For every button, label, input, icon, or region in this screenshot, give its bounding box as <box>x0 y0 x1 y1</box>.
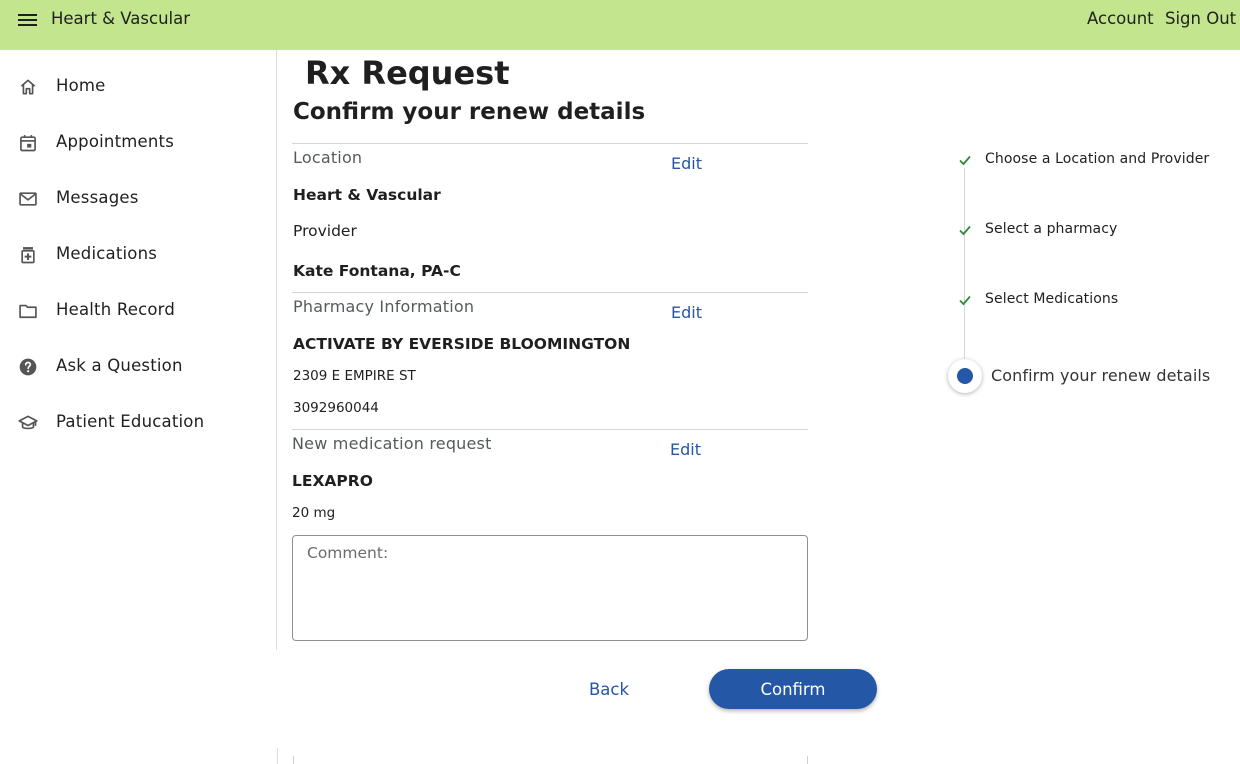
account-link[interactable]: Account <box>1087 9 1154 28</box>
medication-label: New medication request <box>292 434 492 453</box>
sidebar-item-label: Health Record <box>56 300 176 319</box>
sidebar-border <box>277 748 278 764</box>
edit-medication-link[interactable]: Edit <box>670 440 701 459</box>
sidebar-item-health-record[interactable]: Health Record <box>0 291 276 331</box>
sidebar-item-messages[interactable]: Messages <box>0 179 276 219</box>
edit-pharmacy-link[interactable]: Edit <box>671 303 702 322</box>
sidebar-item-label: Patient Education <box>56 412 205 431</box>
pharmacy-phone: 3092960044 <box>293 400 379 416</box>
step-medications: Select Medications <box>985 291 1119 307</box>
sidebar-item-ask-question[interactable]: Ask a Question <box>0 347 276 387</box>
sidebar-item-label: Messages <box>56 188 139 207</box>
confirm-button[interactable]: Confirm <box>709 669 877 709</box>
page-subtitle: Confirm your renew details <box>293 99 646 125</box>
stepper-line <box>964 168 965 364</box>
sidebar-item-label: Ask a Question <box>56 356 183 375</box>
school-icon <box>18 415 38 430</box>
divider <box>807 756 808 764</box>
medication-dose: 20 mg <box>292 505 336 521</box>
step-pharmacy: Select a pharmacy <box>985 221 1118 237</box>
current-step-dot <box>957 368 973 384</box>
help-icon <box>19 358 37 376</box>
provider-value: Kate Fontana, PA-C <box>293 262 461 280</box>
sidebar-item-home[interactable]: Home <box>0 67 276 107</box>
sidebar-item-patient-education[interactable]: Patient Education <box>0 403 276 443</box>
sidebar-item-label: Medications <box>56 244 158 263</box>
location-value: Heart & Vascular <box>293 186 441 204</box>
app-title: Heart & Vascular <box>51 9 191 28</box>
location-label: Location <box>293 148 363 167</box>
page-title: Rx Request <box>305 54 510 92</box>
edit-location-link[interactable]: Edit <box>671 154 702 173</box>
check-icon <box>959 225 971 236</box>
folder-icon <box>19 304 37 319</box>
comment-input[interactable] <box>292 535 808 641</box>
top-bar: Heart & Vascular Account Sign Out <box>0 0 1240 50</box>
mail-icon <box>19 192 37 206</box>
step-confirm: Confirm your renew details <box>991 366 1211 385</box>
check-icon <box>959 295 971 306</box>
sidebar-item-appointments[interactable]: Appointments <box>0 123 276 163</box>
home-icon <box>20 79 36 95</box>
check-icon <box>959 155 971 166</box>
sidebar-item-label: Appointments <box>56 132 174 151</box>
calendar-icon <box>20 135 36 152</box>
provider-label: Provider <box>293 222 357 240</box>
back-button[interactable]: Back <box>560 670 658 708</box>
divider <box>292 429 808 430</box>
current-step-indicator <box>948 359 982 393</box>
pharmacy-name: ACTIVATE BY EVERSIDE BLOOMINGTON <box>293 335 631 353</box>
sidebar-item-medications[interactable]: Medications <box>0 235 276 275</box>
divider <box>293 756 294 764</box>
medication-name: LEXAPRO <box>292 472 373 490</box>
divider <box>292 143 808 144</box>
sign-out-link[interactable]: Sign Out <box>1165 9 1236 28</box>
sidebar-item-label: Home <box>56 76 106 95</box>
menu-icon[interactable] <box>16 11 40 31</box>
pharmacy-label: Pharmacy Information <box>293 297 475 316</box>
divider <box>292 292 808 293</box>
medication-icon <box>21 247 35 264</box>
pharmacy-address: 2309 E EMPIRE ST <box>293 368 416 384</box>
step-location-provider: Choose a Location and Provider <box>985 151 1210 167</box>
sidebar: Home Appointments Messages Medications H… <box>0 50 277 650</box>
